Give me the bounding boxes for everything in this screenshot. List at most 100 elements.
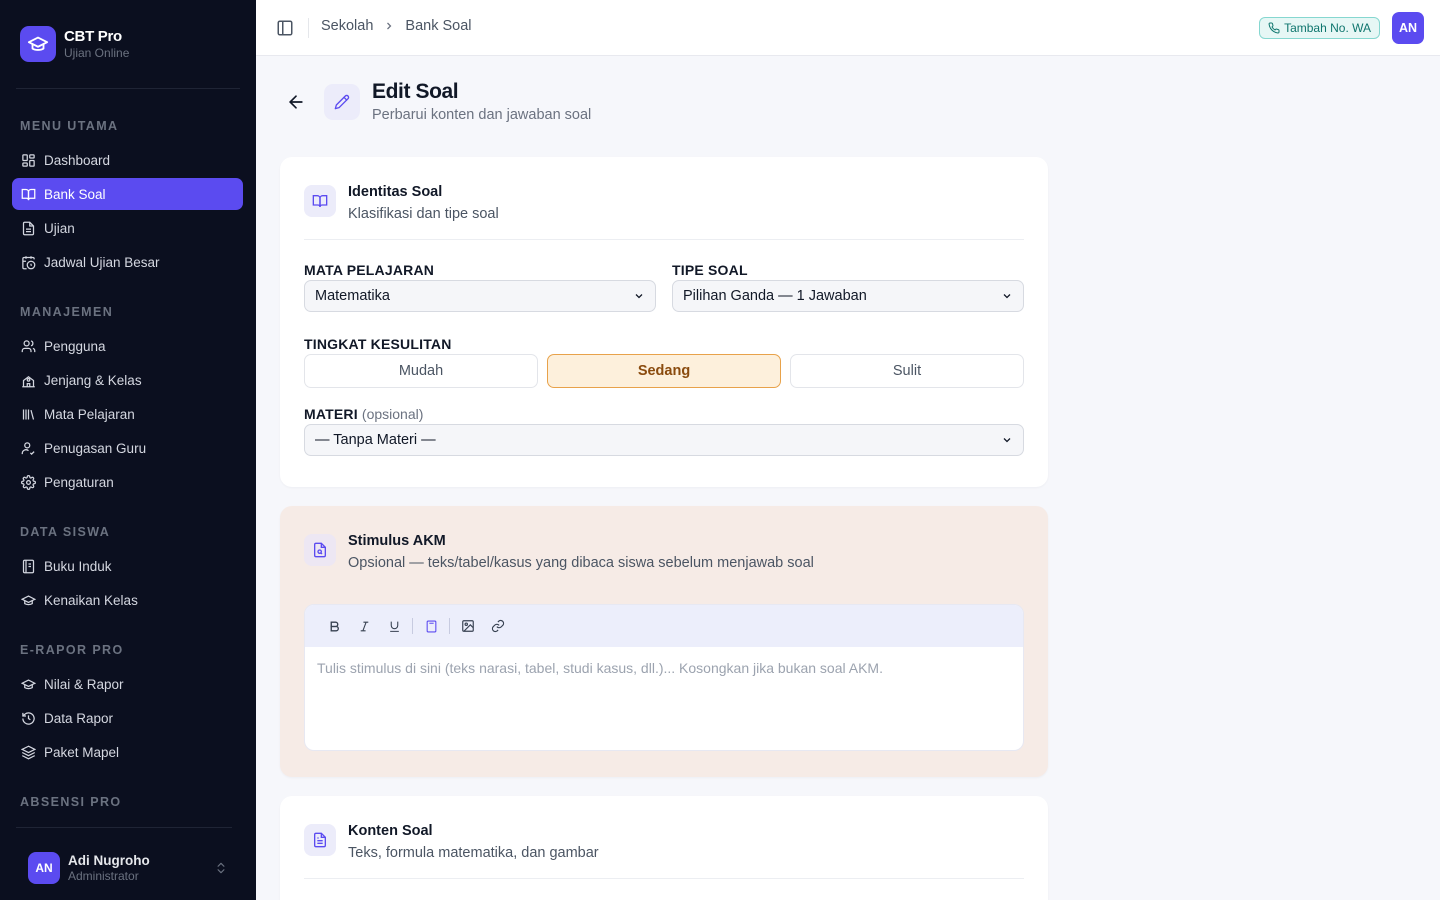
brand-name: CBT Pro xyxy=(64,28,122,45)
sidebar-item-buku-induk[interactable]: Buku Induk xyxy=(12,550,243,582)
calculator-icon[interactable] xyxy=(416,613,446,639)
identitas-soal-card: Identitas Soal Klasifikasi dan tipe soal… xyxy=(280,157,1048,487)
link-icon[interactable] xyxy=(483,613,513,639)
sidebar-item-label: Pengaturan xyxy=(44,474,114,490)
arrow-left-icon[interactable] xyxy=(286,92,306,112)
topbar: Sekolah Bank Soal Tambah No. WA AN xyxy=(256,0,1440,56)
underline-icon[interactable] xyxy=(379,613,409,639)
mapel-select[interactable]: Matematika xyxy=(304,280,656,312)
graduation-icon xyxy=(20,592,36,608)
sidebar-item-label: Penugasan Guru xyxy=(44,440,147,456)
tipe-label: TIPE SOAL xyxy=(672,262,748,278)
materi-optional-text: (opsional) xyxy=(361,406,424,422)
user-name: Adi Nugroho xyxy=(68,853,150,868)
sidebar-item-jadwal-ujian-besar[interactable]: Jadwal Ujian Besar xyxy=(12,246,243,278)
sidebar-item-pengguna[interactable]: Pengguna xyxy=(12,330,243,362)
sidebar-item-ujian[interactable]: Ujian xyxy=(12,212,243,244)
materi-select[interactable]: — Tanpa Materi — xyxy=(304,424,1024,456)
add-wa-label: Tambah No. WA xyxy=(1284,21,1371,35)
difficulty-sulit-button[interactable]: Sulit xyxy=(790,354,1024,388)
users-icon xyxy=(20,338,36,354)
calendar-clock-icon xyxy=(20,254,36,270)
sidebar-item-label: Nilai & Rapor xyxy=(44,676,124,692)
add-wa-number-button[interactable]: Tambah No. WA xyxy=(1259,17,1380,39)
topbar-separator xyxy=(308,18,309,38)
file-search-icon xyxy=(304,534,336,566)
sidebar-item-label: Paket Mapel xyxy=(44,744,120,760)
chevron-down-icon xyxy=(1003,438,1011,443)
stimulus-akm-card: Stimulus AKM Opsional — teks/tabel/kasus… xyxy=(280,506,1048,777)
sidebar-item-jenjang-kelas[interactable]: Jenjang & Kelas xyxy=(12,364,243,396)
sidebar-item-label: Buku Induk xyxy=(44,558,112,574)
dashboard-icon xyxy=(20,152,36,168)
difficulty-sedang-button[interactable]: Sedang xyxy=(547,354,781,388)
stimulus-textarea[interactable]: Tulis stimulus di sini (teks narasi, tab… xyxy=(305,647,1023,750)
user-menu[interactable]: AN Adi Nugroho Administrator xyxy=(28,852,228,884)
gear-icon xyxy=(20,474,36,490)
page-subtitle: Perbarui konten dan jawaban soal xyxy=(372,107,592,123)
toolbar-separator xyxy=(412,618,413,634)
materi-label-text: MATERI xyxy=(304,406,358,422)
nav-section-title: DATA SISWA xyxy=(20,525,111,539)
sidebar-item-dashboard[interactable]: Dashboard xyxy=(12,144,243,176)
sidebar-item-label: Jadwal Ujian Besar xyxy=(44,254,160,270)
nav-section-title: MENU UTAMA xyxy=(20,119,119,133)
file-text-icon xyxy=(304,824,336,856)
tipe-select-value: Pilihan Ganda — 1 Jawaban xyxy=(683,288,867,304)
sidebar-item-label: Mata Pelajaran xyxy=(44,406,135,422)
brand[interactable]: CBT Pro Ujian Online xyxy=(20,26,129,62)
sidebar-item-paket-mapel[interactable]: Paket Mapel xyxy=(12,736,243,768)
image-icon[interactable] xyxy=(453,613,483,639)
sidebar-item-penugasan-guru[interactable]: Penugasan Guru xyxy=(12,432,243,464)
difficulty-mudah-button[interactable]: Mudah xyxy=(304,354,538,388)
sidebar-nav: MENU UTAMA Dashboard Bank Soal Ujian Jad… xyxy=(12,108,243,818)
breadcrumb-item-bank-soal: Bank Soal xyxy=(405,18,472,34)
book-icon xyxy=(20,186,36,202)
mapel-label: MATA PELAJARAN xyxy=(304,262,435,278)
card-title: Konten Soal xyxy=(348,823,433,839)
sidebar-item-pengaturan[interactable]: Pengaturan xyxy=(12,466,243,498)
breadcrumb-item-sekolah[interactable]: Sekolah xyxy=(321,18,373,34)
sidebar-item-nilai-rapor[interactable]: Nilai & Rapor xyxy=(12,668,243,700)
library-icon xyxy=(20,406,36,422)
sidebar-item-bank-soal[interactable]: Bank Soal xyxy=(12,178,243,210)
italic-icon[interactable] xyxy=(349,613,379,639)
kesulitan-label: TINGKAT KESULITAN xyxy=(304,336,452,352)
card-subtitle: Klasifikasi dan tipe soal xyxy=(348,206,499,222)
graduation-icon xyxy=(20,676,36,692)
pencil-icon xyxy=(324,84,360,120)
bold-icon[interactable] xyxy=(319,613,349,639)
sidebar-item-kenaikan-kelas[interactable]: Kenaikan Kelas xyxy=(12,584,243,616)
page-title: Edit Soal xyxy=(372,80,459,103)
sidebar-item-label: Jenjang & Kelas xyxy=(44,372,142,388)
sidebar: CBT Pro Ujian Online MENU UTAMA Dashboar… xyxy=(0,0,256,900)
sidebar-toggle-icon[interactable] xyxy=(276,19,294,37)
editor-toolbar xyxy=(305,605,1023,647)
card-subtitle: Opsional — teks/tabel/kasus yang dibaca … xyxy=(348,555,814,571)
sidebar-item-label: Bank Soal xyxy=(44,186,106,202)
sidebar-item-label: Kenaikan Kelas xyxy=(44,592,138,608)
sidebar-item-data-rapor[interactable]: Data Rapor xyxy=(12,702,243,734)
tipe-soal-select[interactable]: Pilihan Ganda — 1 Jawaban xyxy=(672,280,1024,312)
toolbar-separator xyxy=(449,618,450,634)
avatar: AN xyxy=(28,852,60,884)
notebook-icon xyxy=(20,558,36,574)
materi-select-value: — Tanpa Materi — xyxy=(315,432,436,448)
nav-section-title: E-RAPOR PRO xyxy=(20,643,124,657)
card-subtitle: Teks, formula matematika, dan gambar xyxy=(348,845,599,861)
sidebar-item-mata-pelajaran[interactable]: Mata Pelajaran xyxy=(12,398,243,430)
user-assign-icon xyxy=(20,440,36,456)
user-role: Administrator xyxy=(68,869,139,883)
card-title: Identitas Soal xyxy=(348,184,443,200)
book-icon xyxy=(304,185,336,217)
brand-subtitle: Ujian Online xyxy=(64,46,130,60)
layers-icon xyxy=(20,744,36,760)
materi-label: MATERI (opsional) xyxy=(304,406,423,422)
stimulus-editor: Tulis stimulus di sini (teks narasi, tab… xyxy=(304,604,1024,751)
file-icon xyxy=(20,220,36,236)
chevron-down-icon xyxy=(635,294,643,299)
avatar[interactable]: AN xyxy=(1392,12,1424,44)
chevron-down-icon xyxy=(1003,294,1011,299)
school-icon xyxy=(20,372,36,388)
card-divider xyxy=(304,239,1024,240)
